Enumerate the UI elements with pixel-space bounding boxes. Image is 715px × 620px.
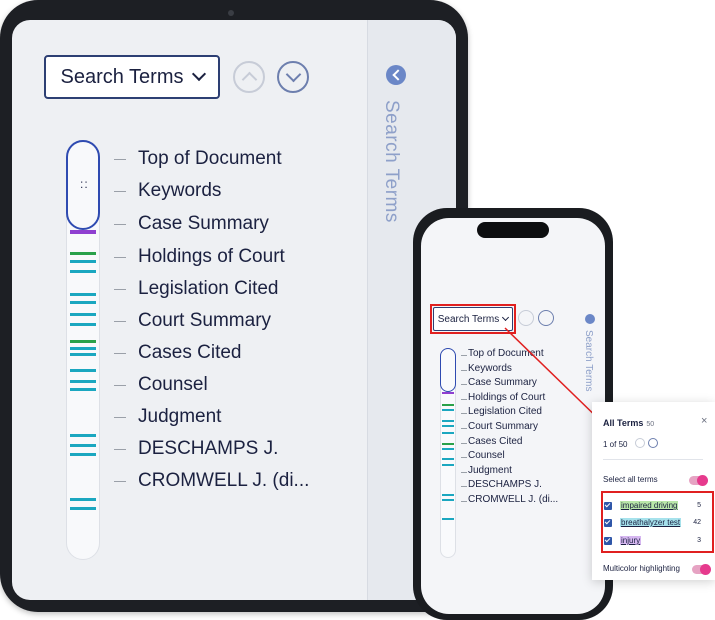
previous-term-button[interactable] bbox=[635, 438, 645, 448]
toggle-knob bbox=[697, 475, 708, 486]
multicolor-label: Multicolor highlighting bbox=[603, 564, 680, 573]
term-label: breathalyzer test bbox=[620, 518, 682, 527]
panel-title-text: All Terms bbox=[603, 418, 644, 428]
checkbox-checked-icon[interactable] bbox=[604, 501, 612, 510]
checkbox-checked-icon[interactable] bbox=[604, 518, 612, 527]
all-terms-panel: All Terms 50 × 1 of 50 Select all terms i… bbox=[592, 402, 715, 580]
term-row[interactable]: impaired driving 5 bbox=[604, 501, 708, 510]
panel-title: All Terms 50 bbox=[603, 418, 654, 428]
term-count: 3 bbox=[697, 537, 701, 544]
select-all-toggle[interactable] bbox=[689, 475, 708, 486]
close-icon[interactable]: × bbox=[701, 415, 707, 427]
term-row[interactable]: injury 3 bbox=[604, 536, 708, 545]
select-all-label: Select all terms bbox=[603, 475, 658, 484]
divider bbox=[603, 459, 703, 460]
term-label: injury bbox=[620, 536, 642, 545]
total-term-count: 50 bbox=[646, 421, 655, 428]
multicolor-toggle[interactable] bbox=[692, 564, 711, 575]
checkbox-checked-icon[interactable] bbox=[604, 536, 612, 545]
term-label: impaired driving bbox=[620, 501, 679, 510]
toggle-knob bbox=[700, 564, 711, 575]
term-count: 5 bbox=[697, 502, 701, 509]
term-navigation-status: 1 of 50 bbox=[603, 440, 628, 449]
next-term-button[interactable] bbox=[648, 438, 658, 448]
term-row[interactable]: breathalyzer test 42 bbox=[604, 518, 708, 527]
term-count: 42 bbox=[693, 519, 701, 526]
